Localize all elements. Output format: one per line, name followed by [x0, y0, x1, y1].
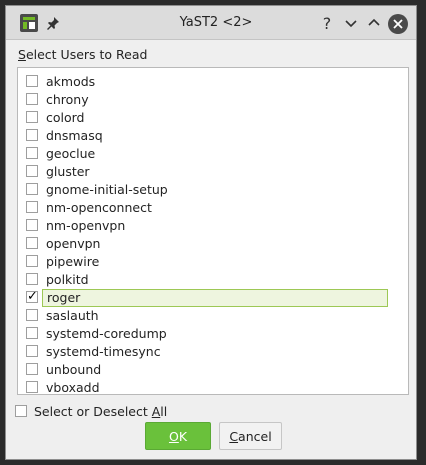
user-checkbox[interactable]	[26, 219, 38, 231]
select-all-label[interactable]: Select or Deselect All	[34, 403, 167, 421]
yast-dialog-window: YaST2 <2> ? Select Users to Read akmods c…	[5, 5, 417, 460]
user-checkbox[interactable]	[26, 237, 38, 249]
yast-app-icon[interactable]	[20, 14, 38, 32]
user-name-label[interactable]: pipewire	[42, 253, 388, 271]
help-icon[interactable]: ?	[317, 13, 337, 33]
user-checkbox[interactable]: ✓	[26, 290, 38, 303]
user-name-label[interactable]: systemd-timesync	[42, 343, 388, 361]
user-checkbox[interactable]	[26, 93, 38, 105]
user-checkbox[interactable]	[26, 201, 38, 213]
list-item[interactable]: unbound	[22, 361, 404, 379]
list-item[interactable]: vboxadd	[22, 379, 404, 397]
user-name-label[interactable]: dnsmasq	[42, 127, 388, 145]
pin-icon[interactable]	[46, 16, 60, 30]
list-item[interactable]: chrony	[22, 91, 404, 109]
user-checkbox[interactable]	[26, 255, 38, 267]
user-name-label[interactable]: systemd-coredump	[42, 325, 388, 343]
list-item[interactable]: akmods	[22, 73, 404, 91]
user-name-label[interactable]: colord	[42, 109, 388, 127]
list-item[interactable]: nm-openvpn	[22, 217, 404, 235]
list-item[interactable]: systemd-timesync	[22, 343, 404, 361]
select-users-label: Select Users to Read	[18, 47, 147, 62]
user-checkbox[interactable]	[26, 183, 38, 195]
user-checkbox[interactable]	[26, 381, 38, 393]
select-all-box[interactable]	[15, 405, 27, 417]
user-name-label[interactable]: polkitd	[42, 271, 388, 289]
list-item[interactable]: systemd-coredump	[22, 325, 404, 343]
user-checkbox[interactable]	[26, 309, 38, 321]
list-item[interactable]: gnome-initial-setup	[22, 181, 404, 199]
label-mnemonic: S	[18, 47, 26, 62]
user-name-label[interactable]: gluster	[42, 163, 388, 181]
user-name-label[interactable]: nm-openvpn	[42, 217, 388, 235]
list-item[interactable]: pipewire	[22, 253, 404, 271]
user-name-label[interactable]: nm-openconnect	[42, 199, 388, 217]
ok-button[interactable]: OK	[145, 422, 211, 450]
user-checkbox[interactable]	[26, 327, 38, 339]
close-icon[interactable]	[388, 14, 408, 34]
user-name-label[interactable]: saslauth	[42, 307, 388, 325]
list-item[interactable]: polkitd	[22, 271, 404, 289]
user-name-label[interactable]: vboxadd	[42, 379, 388, 397]
user-checkbox[interactable]	[26, 129, 38, 141]
user-name-label[interactable]: geoclue	[42, 145, 388, 163]
user-name-label[interactable]: akmods	[42, 73, 388, 91]
cancel-button[interactable]: Cancel	[219, 422, 282, 450]
list-item[interactable]: nm-openconnect	[22, 199, 404, 217]
title-bar[interactable]: YaST2 <2> ?	[6, 6, 416, 40]
list-item[interactable]: gluster	[22, 163, 404, 181]
user-checkbox[interactable]	[26, 345, 38, 357]
select-all-checkbox[interactable]: Select or Deselect All	[15, 403, 215, 421]
user-name-label[interactable]: roger	[42, 289, 388, 307]
list-item[interactable]: colord	[22, 109, 404, 127]
user-checkbox[interactable]	[26, 75, 38, 87]
user-checkbox[interactable]	[26, 363, 38, 375]
minimize-icon[interactable]	[341, 13, 361, 33]
maximize-icon[interactable]	[364, 13, 384, 33]
window-title: YaST2 <2>	[179, 15, 253, 30]
list-item[interactable]: dnsmasq	[22, 127, 404, 145]
list-item[interactable]: saslauth	[22, 307, 404, 325]
user-checkbox[interactable]	[26, 165, 38, 177]
users-checkbox-list[interactable]: akmods chrony colord dnsmasq geoclue gluster g…	[17, 67, 409, 395]
list-item[interactable]: openvpn	[22, 235, 404, 253]
list-item[interactable]: geoclue	[22, 145, 404, 163]
user-name-label[interactable]: openvpn	[42, 235, 388, 253]
user-checkbox[interactable]	[26, 147, 38, 159]
label-text: elect Users to Read	[25, 47, 148, 62]
user-checkbox[interactable]	[26, 111, 38, 123]
user-checkbox[interactable]	[26, 273, 38, 285]
user-name-label[interactable]: gnome-initial-setup	[42, 181, 388, 199]
user-name-label[interactable]: unbound	[42, 361, 388, 379]
list-item[interactable]: ✓ roger	[22, 289, 404, 307]
user-name-label[interactable]: chrony	[42, 91, 388, 109]
